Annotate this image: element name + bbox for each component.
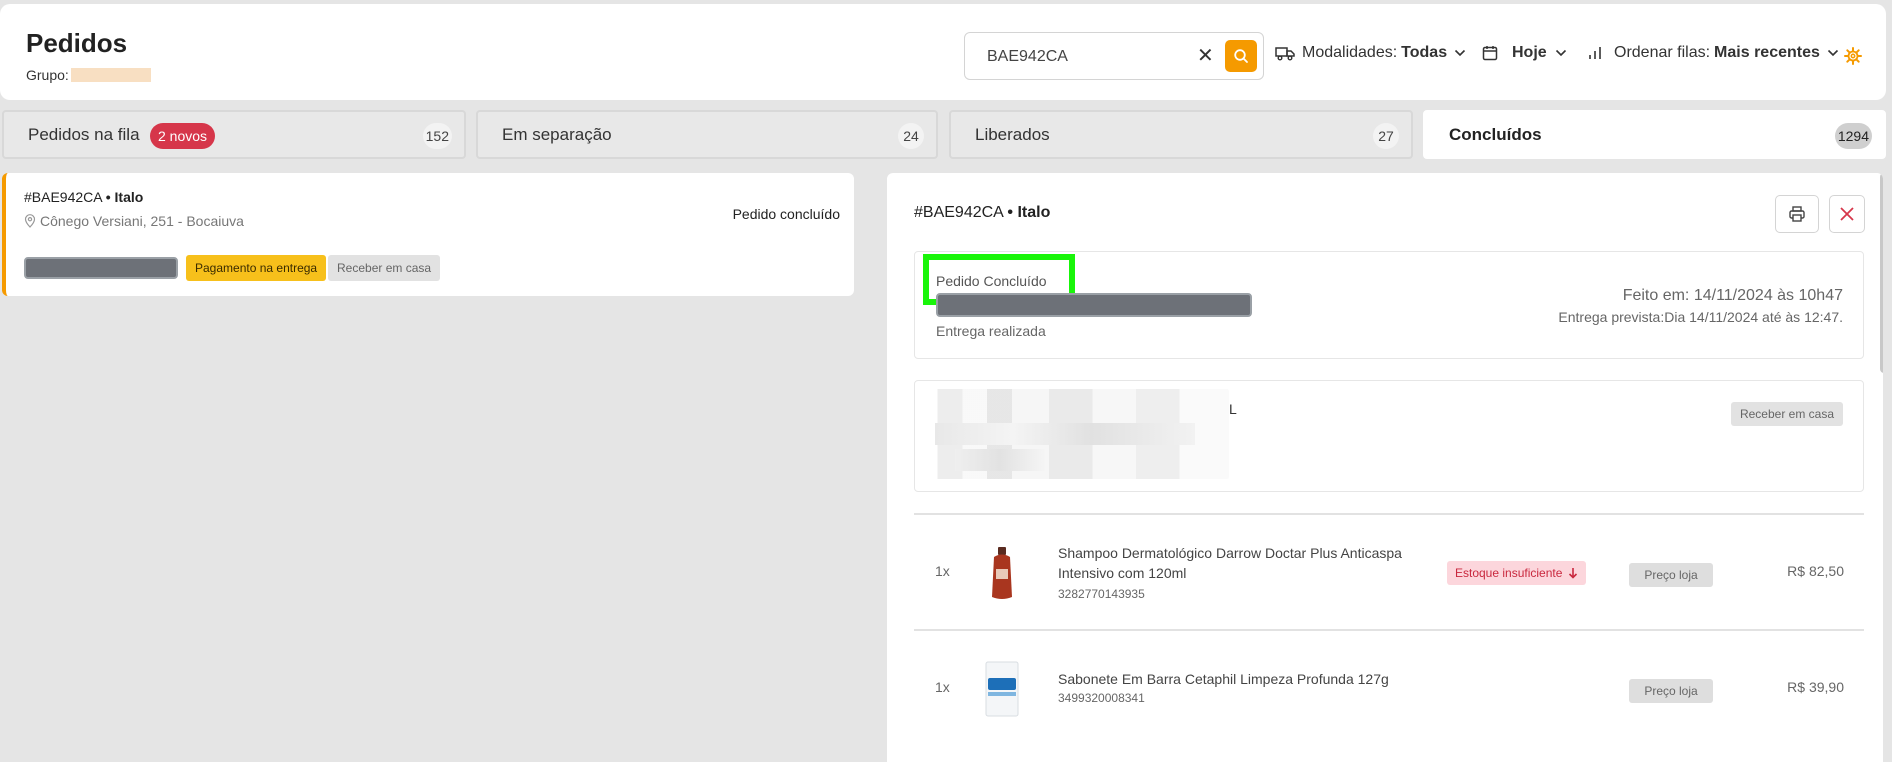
- product-image: [982, 543, 1022, 603]
- product-code: 3282770143935: [1058, 587, 1145, 601]
- product-name: Shampoo Dermatológico Darrow Doctar Plus…: [1058, 545, 1402, 581]
- group-row: Grupo:: [26, 67, 151, 83]
- order-id-row: #BAE942CA • Italo: [24, 189, 144, 205]
- modalidades-filter[interactable]: Modalidades: Todas: [1275, 44, 1466, 62]
- shampoo-bottle-icon: [992, 547, 1012, 599]
- redacted-customer-info: [935, 423, 1195, 445]
- product-name: Sabonete Em Barra Cetaphil Limpeza Profu…: [1058, 671, 1389, 687]
- modalidades-value: Todas: [1401, 44, 1448, 61]
- calendar-icon: [1482, 46, 1498, 61]
- detail-customer: Italo: [1017, 204, 1051, 221]
- chevron-down-icon: [1455, 49, 1466, 57]
- search-button[interactable]: [1225, 40, 1257, 72]
- product-qty: 1x: [935, 563, 950, 579]
- redacted-customer-info: [955, 449, 1045, 471]
- product-price: R$ 82,50: [1787, 563, 1844, 579]
- tab-label: Concluídos: [1449, 124, 1542, 144]
- order-address: Cônego Versiani, 251 - Bocaiuva: [40, 213, 244, 229]
- delivery-chip: Receber em casa: [1730, 402, 1843, 426]
- bar-chart-icon: [1589, 47, 1601, 59]
- order-customer: Italo: [114, 189, 144, 205]
- order-address-row: Cônego Versiani, 251 - Bocaiuva: [24, 213, 244, 229]
- tab-pedidos-na-fila[interactable]: Pedidos na fila 2 novos 152: [2, 110, 466, 159]
- detail-title: #BAE942CA • Italo: [914, 204, 1051, 221]
- customer-visible-char: L: [1229, 401, 1237, 417]
- made-at: Feito em: 14/11/2024 às 10h47: [1622, 287, 1843, 304]
- product-row: 1x Sabonete Em Barra Cetaphil Limpeza Pr…: [914, 629, 1864, 745]
- close-icon: [1840, 207, 1854, 221]
- redacted-info: [24, 257, 178, 279]
- date-filter[interactable]: Hoje: [1482, 44, 1567, 62]
- detail-scrollbar[interactable]: [1880, 173, 1883, 373]
- tab-label: Em separação: [502, 124, 612, 144]
- gear-icon[interactable]: [1844, 47, 1862, 65]
- status-box: Pedido Concluído Entrega realizada Feito…: [914, 251, 1864, 359]
- stock-warning-chip: Estoque insuficiente: [1447, 561, 1587, 585]
- clear-search-icon[interactable]: ✕: [1197, 43, 1214, 69]
- group-value-redacted: [70, 68, 151, 82]
- product-image: [982, 659, 1022, 719]
- printer-icon: [1789, 206, 1805, 222]
- arrow-down-icon: [1569, 568, 1578, 579]
- price-tag-chip: Preço loja: [1629, 563, 1713, 587]
- stock-warning-label: Estoque insuficiente: [1455, 566, 1563, 580]
- date-value: Hoje: [1512, 44, 1547, 61]
- page-title: Pedidos: [26, 28, 128, 58]
- search-icon: [1234, 49, 1248, 63]
- status-sub: Entrega realizada: [936, 323, 1046, 339]
- product-price: R$ 39,90: [1787, 679, 1844, 695]
- chevron-down-icon: [1555, 49, 1566, 57]
- print-button[interactable]: [1775, 195, 1819, 233]
- order-detail-panel: #BAE942CA • Italo Pedido Concluído Entre…: [887, 173, 1883, 762]
- modalidades-label: Modalidades:: [1302, 44, 1398, 61]
- tab-em-separacao[interactable]: Em separação 24: [476, 110, 938, 159]
- product-row: 1x Shampoo Dermatológico Darrow Doctar P…: [914, 513, 1864, 629]
- new-orders-badge: 2 novos: [150, 123, 216, 149]
- order-status: Pedido concluído: [732, 206, 840, 222]
- product-code: 3499320008341: [1058, 691, 1145, 705]
- tab-label: Liberados: [975, 124, 1050, 144]
- search-input[interactable]: [987, 45, 1187, 69]
- truck-icon: [1275, 47, 1295, 61]
- tab-count: 24: [898, 123, 924, 149]
- customer-box: L Receber em casa: [914, 380, 1864, 492]
- expected-delivery: Entrega prevista:Dia 14/11/2024 até às 1…: [1558, 309, 1843, 325]
- tab-count: 27: [1373, 123, 1399, 149]
- order-queue-filter[interactable]: Ordenar filas: Mais recentes: [1588, 44, 1839, 62]
- detail-order-id: #BAE942CA: [914, 204, 1003, 221]
- tab-count: 1294: [1834, 123, 1872, 149]
- order-card[interactable]: #BAE942CA • Italo Cônego Versiani, 251 -…: [2, 173, 854, 296]
- order-queue-value: Mais recentes: [1714, 44, 1820, 61]
- delivery-chip: Receber em casa: [328, 255, 441, 281]
- close-detail-button[interactable]: [1829, 195, 1865, 233]
- tab-liberados[interactable]: Liberados 27: [949, 110, 1413, 159]
- product-qty: 1x: [935, 679, 950, 695]
- price-tag-chip: Preço loja: [1629, 679, 1713, 703]
- chevron-down-icon: [1827, 49, 1838, 57]
- group-label: Grupo:: [26, 67, 69, 83]
- page-header: Pedidos Grupo: ✕ Modalidades: Todas: [0, 4, 1886, 100]
- tab-concluidos[interactable]: Concluídos 1294: [1423, 110, 1886, 159]
- order-queue-label: Ordenar filas:: [1614, 44, 1711, 61]
- tab-count: 152: [422, 123, 452, 149]
- payment-chip: Pagamento na entrega: [186, 255, 327, 281]
- tab-label: Pedidos na fila: [28, 124, 140, 144]
- order-id: #BAE942CA: [24, 189, 102, 205]
- location-pin-icon: [24, 214, 36, 228]
- redacted-info: [936, 293, 1252, 317]
- soap-box-icon: [985, 661, 1019, 717]
- search-box: ✕: [964, 32, 1264, 80]
